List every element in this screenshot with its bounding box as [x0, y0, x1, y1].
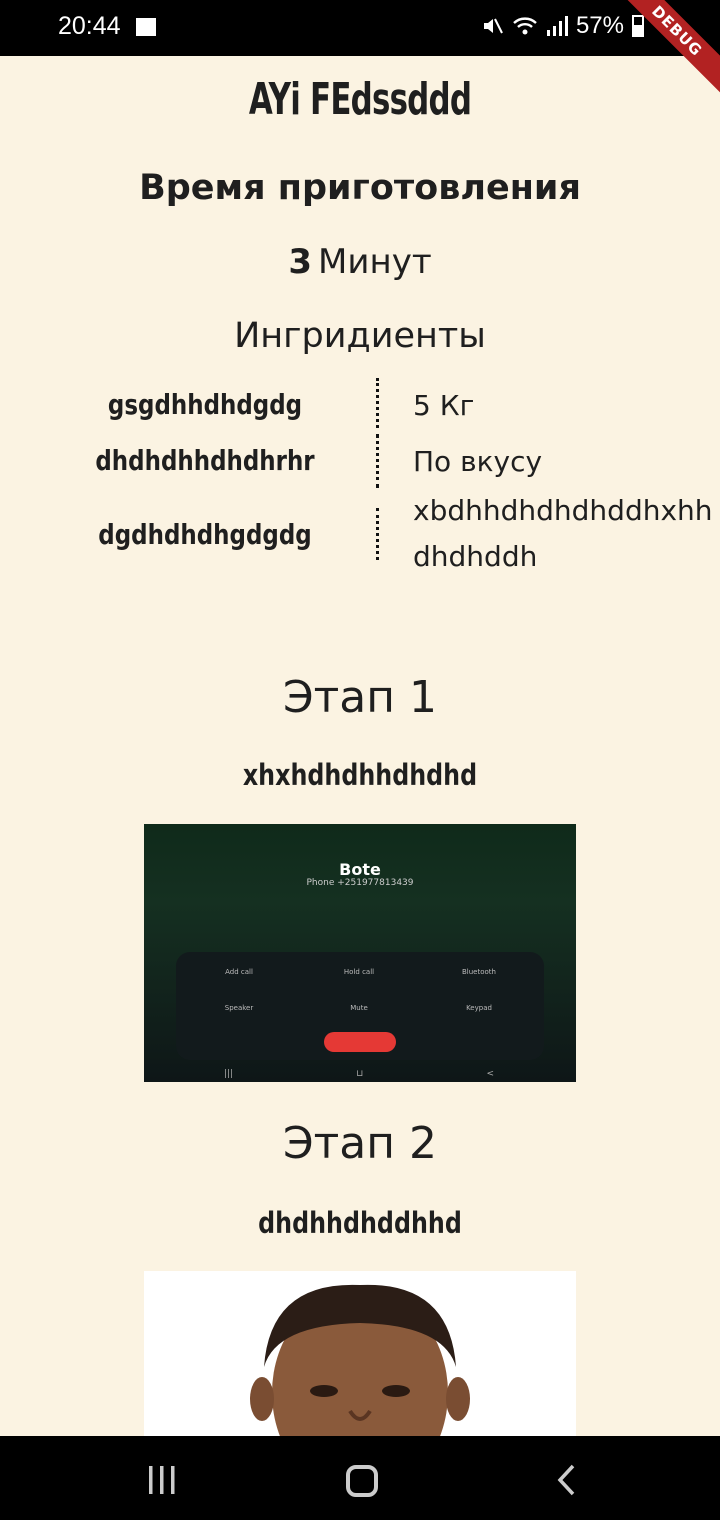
- status-icons: 57%: [480, 12, 644, 40]
- cook-time-value: 3: [288, 242, 313, 282]
- system-nav-bar: [0, 1436, 720, 1520]
- recents-icon[interactable]: [146, 1466, 178, 1494]
- screenshot-caller-phone: Phone +251977813439: [306, 878, 414, 888]
- signal-icon: [546, 16, 568, 36]
- screenshot-caller-name: Bote: [339, 860, 381, 879]
- screenshot-keypad: Keypad: [466, 1004, 492, 1012]
- home-icon[interactable]: [346, 1465, 378, 1497]
- screenshot-home-icon: ⊔: [356, 1069, 364, 1079]
- cook-time-row: 3 Минут: [0, 242, 720, 282]
- back-icon[interactable]: [556, 1464, 576, 1496]
- battery-percent: 57%: [575, 12, 624, 39]
- stage-description: xhxhdhdhhdhdhd: [242, 758, 478, 792]
- ingredient-name: gsgdhhdhdgdg: [107, 388, 303, 421]
- recipe-title: AYi FEdssddd: [248, 74, 472, 125]
- status-time: 20:44: [58, 12, 121, 40]
- ingredient-amount: По вкусу: [413, 445, 543, 478]
- screenshot-bluetooth: Bluetooth: [462, 968, 496, 976]
- ingredients-heading: Ингридиенты: [234, 316, 486, 356]
- stage-image-call-screenshot: Bote Phone +251977813439 Add call Hold c…: [144, 824, 576, 1082]
- ingredient-amount: xbdhhdhdhdhddhxhh dhdhddh: [413, 494, 713, 573]
- stage-description: dhdhhdhddhhd: [258, 1206, 462, 1240]
- screenshot-recents-icon: |||: [224, 1069, 234, 1079]
- stage-title: Этап 2: [282, 1118, 438, 1169]
- stage-image-portrait: [144, 1271, 576, 1436]
- ingredient-divider: [376, 434, 379, 488]
- screenshot-nav-bar: ||| ⊔ <: [224, 1069, 494, 1079]
- ingredient-divider: [376, 378, 379, 428]
- screenshot-status-bar: [180, 826, 540, 834]
- image-notification-icon: [136, 18, 156, 36]
- screenshot-hold-call: Hold call: [343, 968, 375, 976]
- ingredient-name: dgdhdhdhgdgdg: [98, 518, 312, 551]
- ingredient-name: dhdhdhhdhdhrhr: [95, 444, 315, 477]
- mute-icon: [483, 18, 503, 34]
- screenshot-end-call-icon: [324, 1032, 396, 1052]
- screenshot-back-icon: <: [486, 1069, 494, 1079]
- screenshot-mute: Mute: [350, 1004, 368, 1012]
- cook-time-heading: Время приготовления: [139, 168, 581, 208]
- recipe-detail[interactable]: AYi FEdssddd Время приготовления 3 Минут…: [0, 56, 720, 1436]
- stage-title: Этап 1: [282, 672, 438, 723]
- ingredient-amount: 5 Кг: [413, 389, 475, 422]
- battery-icon: [632, 15, 644, 37]
- screenshot-add-call: Add call: [225, 968, 253, 976]
- screenshot-speaker: Speaker: [224, 1004, 254, 1012]
- status-bar: 20:44 57%: [0, 0, 720, 56]
- portrait-photo: [144, 1271, 576, 1436]
- wifi-icon: [513, 17, 537, 35]
- cook-time-unit: Минут: [318, 242, 432, 282]
- ingredient-divider: [376, 508, 379, 560]
